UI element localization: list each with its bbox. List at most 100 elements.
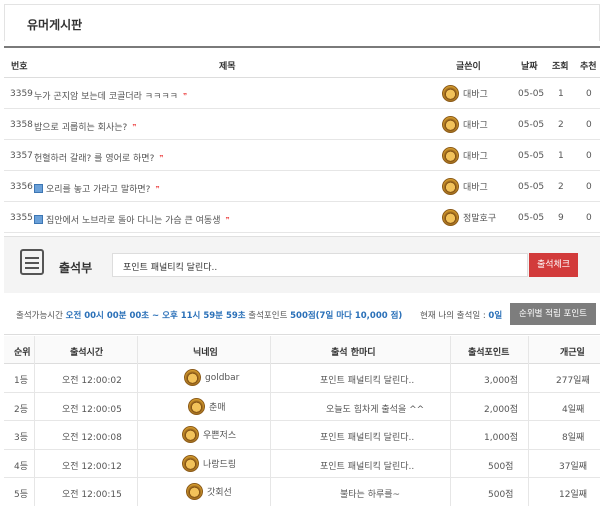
post-author[interactable]: 정말호구 [442,209,496,226]
attend-time: 오전 12:00:12 [62,461,122,472]
post-title[interactable]: 집안에서 노브라로 돌아 다니는 가슴 큰 여동생 ❞ [34,213,230,226]
post-rec: 0 [586,120,592,130]
post-rec: 0 [586,89,592,99]
column-divider [528,336,529,506]
author-name[interactable]: 대바그 [463,87,488,100]
attendance-check-button[interactable]: 출석체크 [529,253,578,277]
attend-points: 500점 [488,461,514,472]
nickname-text[interactable]: 나랑드링 [203,457,236,470]
header-rec: 추천 [580,62,597,72]
rank: 5등 [14,490,29,500]
attend-time: 오전 12:00:15 [62,490,122,500]
author-name[interactable]: 대바그 [463,180,488,193]
post-num: 3356 [10,182,33,192]
avatar [186,483,203,500]
attend-points: 500점 [488,490,514,500]
nickname-text[interactable]: 우쁜저스 [203,428,236,441]
post-title-text[interactable]: 누가 곤지암 보는데 코골더라 ㅋㅋㅋㅋ [34,89,178,102]
attend-message: 포인트 패널티킥 달린다.. [320,376,415,386]
nickname-text[interactable]: 춘매 [209,400,226,413]
header-rank: 순위 [14,348,31,358]
post-title-text[interactable]: 헌혈하러 갈래? 를 영어로 하면? [34,151,154,164]
attend-points: 3,000점 [484,376,519,386]
post-rec: 0 [586,182,592,192]
post-views: 2 [558,120,564,130]
post-date: 05-05 [518,89,545,99]
header-num: 번호 [11,62,28,72]
nickname-text[interactable]: goldbar [205,373,239,383]
my-count-value: 0일 [488,311,503,321]
table-row[interactable]: 3355 집안에서 노브라로 돌아 다니는 가슴 큰 여동생 ❞ 정말호구 05-05 9… [4,202,600,233]
attendance-row: 2등 오전 12:00:05 춘매 오늘도 힘차게 출석을 ^^ 2,000점 4일째 [4,393,600,421]
post-author[interactable]: 대바그 [442,116,488,133]
author-name[interactable]: 대바그 [463,149,488,162]
header-time: 출석시간 [70,348,104,358]
rank-points-button[interactable]: 순위별 적립 포인트 [510,303,596,325]
post-title[interactable]: 누가 곤지암 보는데 코골더라 ㅋㅋㅋㅋ ❞ [34,89,187,103]
info-mid: 출석포인트 [245,311,291,321]
table-row[interactable]: 3359 누가 곤지암 보는데 코골더라 ㅋㅋㅋㅋ ❞ 대바그 05-05 1 0 [4,78,600,109]
rank: 2등 [14,404,29,415]
column-divider [34,336,35,506]
post-views: 1 [558,151,564,161]
nickname[interactable]: 나랑드링 [182,454,236,472]
header-points: 출석포인트 [468,348,510,358]
attend-message: 불타는 하루를~ [340,490,401,500]
post-title-text[interactable]: 밥으로 괴롭히는 회사는? [34,120,127,133]
post-title-text[interactable]: 오리를 놓고 가라고 말하면? [46,182,150,195]
avatar [184,369,201,386]
attend-points: 2,000점 [484,404,519,415]
post-rec: 0 [586,213,592,223]
post-author[interactable]: 대바그 [442,178,488,195]
post-date: 05-05 [518,182,545,192]
post-rec: 0 [586,151,592,161]
nickname-text[interactable]: 갓회선 [207,485,232,498]
hot-icon: ❞ [159,153,164,162]
post-views: 9 [558,213,564,223]
attendance-row: 5등 오전 12:00:15 갓회선 불타는 하루를~ 500점 12일째 [4,478,600,506]
table-row[interactable]: 3358 밥으로 괴롭히는 회사는? ❞ 대바그 05-05 2 0 [4,109,600,140]
rank: 3등 [14,433,29,443]
avatar [442,209,459,226]
post-title-text[interactable]: 집안에서 노브라로 돌아 다니는 가슴 큰 여동생 [46,213,221,226]
column-divider [270,336,271,506]
image-icon [34,184,43,193]
nickname[interactable]: 갓회선 [186,483,232,500]
table-row[interactable]: 3356 오리를 놓고 가라고 말하면? ❞ 대바그 05-05 2 0 [4,171,600,202]
attend-days: 8일째 [562,433,585,443]
table-row[interactable]: 3357 헌혈하러 갈래? 를 영어로 하면? ❞ 대바그 05-05 1 0 [4,140,600,171]
attendance-comment-input[interactable]: 포인트 패널티킥 달린다.. [112,253,528,277]
attendance-row: 4등 오전 12:00:12 나랑드링 포인트 패널티킥 달린다.. 500점 37일째 [4,450,600,478]
calendar-check-icon [20,249,44,275]
author-name[interactable]: 대바그 [463,118,488,131]
nickname[interactable]: 우쁜저스 [182,426,236,443]
rank: 1등 [14,376,29,386]
nickname[interactable]: 춘매 [188,397,226,415]
attend-time: 오전 12:00:08 [62,433,122,443]
board-title-box: 유머게시판 [4,4,600,41]
post-views: 2 [558,182,564,192]
post-author[interactable]: 대바그 [442,85,488,102]
post-title[interactable]: 밥으로 괴롭히는 회사는? ❞ [34,120,136,134]
author-name[interactable]: 정말호구 [463,211,496,224]
attendance-table-header: 순위 출석시간 닉네임 출석 한마디 출석포인트 개근일 [4,336,600,364]
post-num: 3359 [10,89,33,99]
attendance-info: 출석가능시간 오전 00시 00분 00초 ~ 오후 11시 59분 59초 출… [4,293,600,335]
post-author[interactable]: 대바그 [442,147,488,164]
header-date: 날짜 [521,62,538,72]
post-num: 3358 [10,120,33,130]
avatar [442,116,459,133]
attendance-row: 3등 오전 12:00:08 우쁜저스 포인트 패널티킥 달린다.. 1,000점 8일째 [4,421,600,450]
post-title[interactable]: 헌혈하러 갈래? 를 영어로 하면? ❞ [34,151,164,165]
post-title[interactable]: 오리를 놓고 가라고 말하면? ❞ [34,182,160,195]
header-author: 글쓴이 [456,62,481,72]
nickname[interactable]: goldbar [184,369,239,386]
attendance-panel: 출석부 포인트 패널티킥 달린다.. 출석체크 [4,236,600,293]
info-prefix: 출석가능시간 [16,311,66,321]
my-count-label: 현재 나의 출석일 : [420,311,489,321]
attend-days: 277일째 [556,376,590,386]
my-attendance-count: 현재 나의 출석일 : 0일 [420,309,502,321]
attendance-table: 순위 출석시간 닉네임 출석 한마디 출석포인트 개근일 1등오전 12:00:… [4,336,600,506]
avatar [188,397,205,415]
info-time: 오전 00시 00분 00초 ~ 오후 11시 59분 59초 [65,311,246,321]
